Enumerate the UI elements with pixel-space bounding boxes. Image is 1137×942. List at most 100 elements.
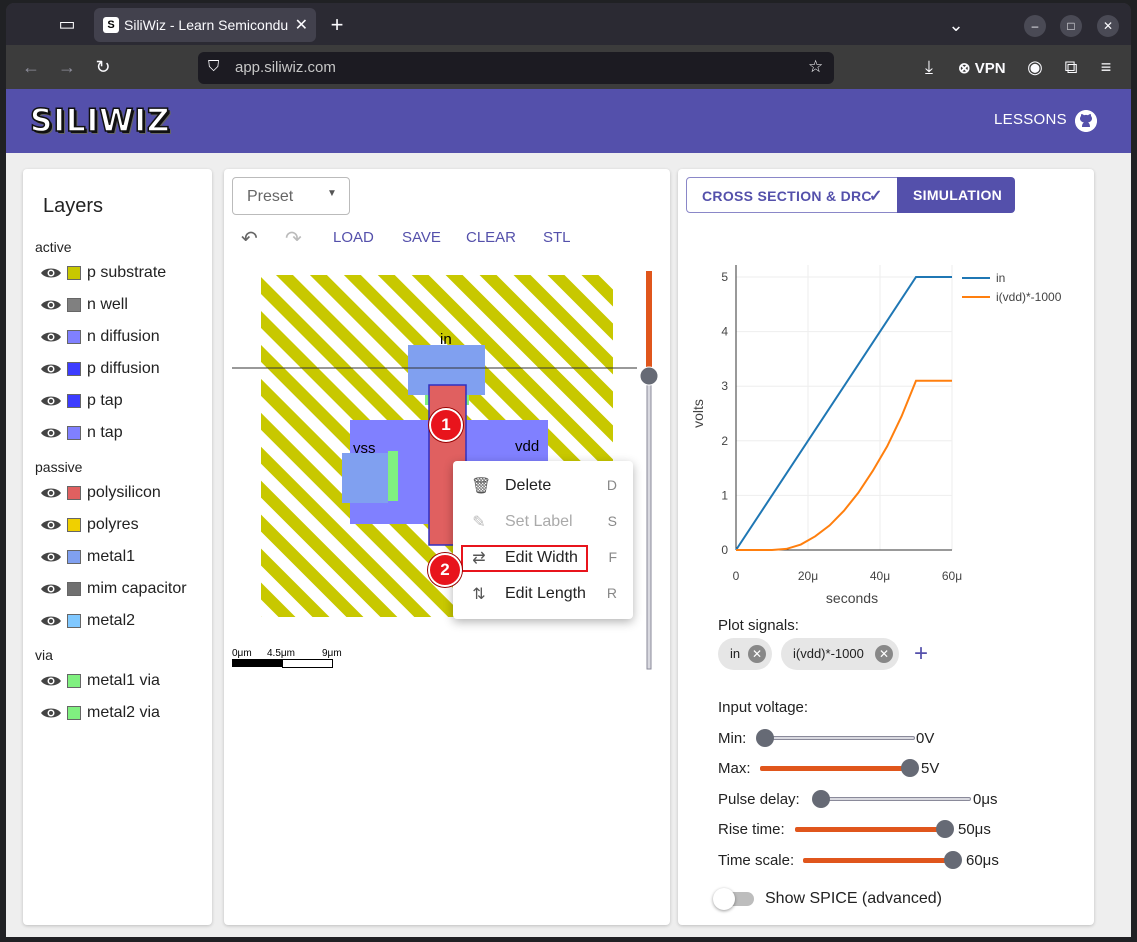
clear-button[interactable]: CLEAR	[466, 229, 516, 246]
site-shield-icon[interactable]: ⛉	[208, 58, 219, 75]
github-icon[interactable]	[1075, 110, 1097, 132]
maximize-icon[interactable]: □	[1060, 15, 1082, 37]
y-tick-label: 5	[721, 270, 728, 284]
stl-button[interactable]: STL	[543, 229, 571, 246]
back-icon[interactable]: ←	[20, 57, 42, 78]
layer-item-label[interactable]: p tap	[87, 392, 123, 410]
slider-track[interactable]	[795, 827, 945, 832]
layer-item-label[interactable]: metal2 via	[87, 704, 160, 722]
forward-icon[interactable]: →	[56, 57, 78, 78]
redo-icon[interactable]: ↷	[285, 226, 302, 251]
eye-visibility-icon[interactable]	[40, 582, 62, 596]
layer-item-label[interactable]: metal1 via	[87, 672, 160, 690]
undo-icon[interactable]: ↶	[241, 226, 258, 251]
downloads-icon[interactable]: ⤓	[918, 57, 940, 78]
load-button[interactable]: LOAD	[333, 229, 374, 246]
layer-item-label[interactable]: n diffusion	[87, 328, 160, 346]
siliwiz-logo[interactable]: SILIWIZ	[29, 102, 170, 140]
layer-item-label[interactable]: polyres	[87, 516, 139, 534]
menu-item-label: Delete	[505, 477, 552, 494]
close-tab-icon[interactable]: ✕	[295, 15, 308, 35]
edit-width-highlight	[461, 545, 588, 572]
layer-color-swatch	[67, 426, 81, 440]
x-tick-label: 40μ	[870, 569, 890, 583]
spice-toggle-thumb[interactable]	[713, 888, 735, 910]
slider-track[interactable]	[760, 766, 910, 771]
remove-chip-icon[interactable]: ✕	[748, 645, 766, 663]
vss-metal1[interactable]	[342, 453, 388, 503]
reload-icon[interactable]: ↻	[92, 57, 114, 78]
layer-item-label[interactable]: metal1	[87, 548, 135, 566]
menu-item-set-label[interactable]: ✎ Set Label S	[453, 505, 633, 539]
minimize-icon[interactable]: –	[1024, 15, 1046, 37]
save-button[interactable]: SAVE	[402, 229, 441, 246]
slider-thumb[interactable]	[944, 851, 962, 869]
extension-icon[interactable]: ◉	[1024, 57, 1046, 78]
cross-section-slider-thumb[interactable]	[639, 366, 659, 386]
eye-visibility-icon[interactable]	[40, 394, 62, 408]
tab-simulation-label: SIMULATION	[913, 187, 1003, 203]
eye-visibility-icon[interactable]	[40, 706, 62, 720]
eye-visibility-icon[interactable]	[40, 266, 62, 280]
preset-select[interactable]: Preset ▼	[232, 177, 350, 215]
signal-chip-in[interactable]: in ✕	[718, 638, 772, 670]
layer-item-label[interactable]: p diffusion	[87, 360, 160, 378]
layer-item-label[interactable]: polysilicon	[87, 484, 161, 502]
menu-hamburger-icon[interactable]: ≡	[1095, 57, 1117, 78]
slider-thumb[interactable]	[936, 820, 954, 838]
y-tick-label: 2	[721, 434, 728, 448]
layer-item-label[interactable]: metal2	[87, 612, 135, 630]
slider-value: 50μs	[958, 821, 991, 838]
tab-list-chevron-icon[interactable]: ⌄	[946, 15, 966, 36]
input-voltage-title: Input voltage:	[718, 699, 809, 716]
menu-item-shortcut: D	[606, 477, 617, 493]
new-tab-icon[interactable]: +	[326, 14, 348, 36]
eye-visibility-icon[interactable]	[40, 426, 62, 440]
slider-thumb[interactable]	[812, 790, 830, 808]
slider-value: 0V	[916, 730, 935, 747]
eye-visibility-icon[interactable]	[40, 486, 62, 500]
layer-item-label[interactable]: n well	[87, 296, 128, 314]
close-window-icon[interactable]: ✕	[1097, 15, 1119, 37]
slider-track[interactable]	[821, 797, 971, 801]
layer-color-swatch	[67, 486, 81, 500]
remove-chip-icon[interactable]: ✕	[875, 645, 893, 663]
lessons-link[interactable]: LESSONS	[994, 111, 1067, 128]
layer-color-swatch	[67, 674, 81, 688]
browser-tab[interactable]: S SiliWiz - Learn Semicondu ✕	[94, 8, 316, 42]
cross-section-slider-fill[interactable]	[646, 271, 652, 377]
slider-track[interactable]	[803, 858, 953, 863]
tab-cross-section[interactable]: CROSS SECTION & DRC ✓	[686, 177, 898, 213]
signal-chip-label: i(vdd)*-1000	[793, 646, 864, 661]
slider-thumb[interactable]	[901, 759, 919, 777]
layer-item-label[interactable]: n tap	[87, 424, 123, 442]
eye-visibility-icon[interactable]	[40, 362, 62, 376]
layer-color-swatch	[67, 706, 81, 720]
layer-color-swatch	[67, 362, 81, 376]
cross-section-slider-track[interactable]	[646, 376, 652, 670]
eye-visibility-icon[interactable]	[40, 674, 62, 688]
eye-visibility-icon[interactable]	[40, 330, 62, 344]
add-signal-icon[interactable]: +	[914, 640, 928, 668]
signal-chip-ivdd[interactable]: i(vdd)*-1000 ✕	[781, 638, 899, 670]
url-bar[interactable]: ⛉ app.siliwiz.com ☆	[198, 52, 834, 84]
eye-visibility-icon[interactable]	[40, 614, 62, 628]
layer-item-label[interactable]: p substrate	[87, 264, 166, 282]
bookmark-star-icon[interactable]: ☆	[808, 57, 823, 77]
tab-simulation[interactable]: SIMULATION	[897, 177, 1015, 213]
eye-visibility-icon[interactable]	[40, 298, 62, 312]
layer-item-label[interactable]: mim capacitor	[87, 580, 187, 598]
slider-thumb[interactable]	[756, 729, 774, 747]
vss-via[interactable]	[388, 451, 398, 501]
extensions-puzzle-icon[interactable]: ⧉	[1060, 57, 1082, 78]
menu-item-edit-length[interactable]: ⇅ Edit Length R	[453, 577, 633, 611]
eye-visibility-icon[interactable]	[40, 550, 62, 564]
vpn-button[interactable]: ⊗ VPN	[958, 59, 1006, 77]
layers-panel	[23, 169, 212, 925]
menu-item-delete[interactable]: 🗑 Delete D	[453, 469, 633, 503]
dropdown-arrow-icon: ▼	[327, 188, 337, 199]
tab-overview-icon[interactable]: ▭	[56, 14, 78, 35]
eye-visibility-icon[interactable]	[40, 518, 62, 532]
slider-track[interactable]	[765, 736, 915, 740]
url-text[interactable]: app.siliwiz.com	[235, 59, 336, 76]
